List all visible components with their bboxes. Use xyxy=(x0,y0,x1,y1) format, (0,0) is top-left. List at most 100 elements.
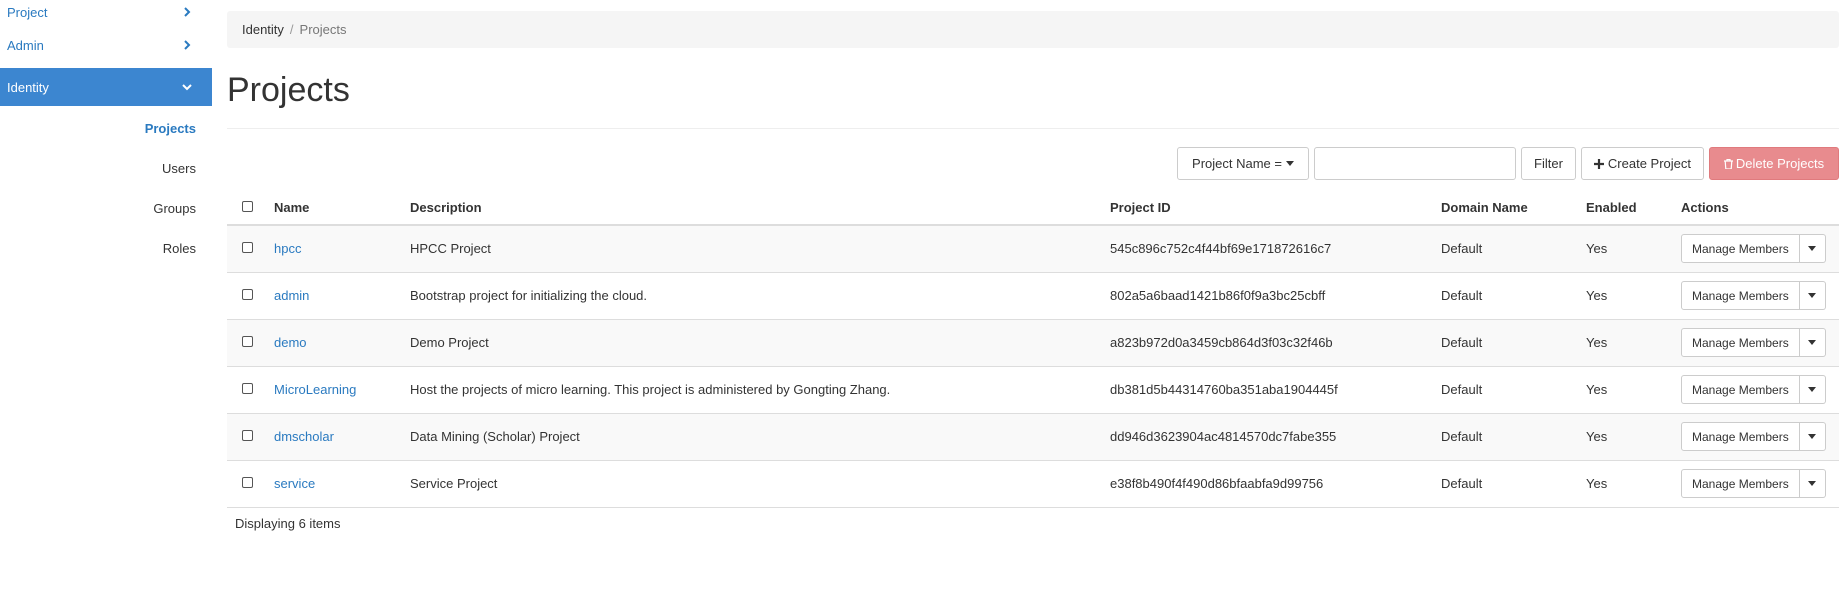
project-domain: Default xyxy=(1441,271,1586,319)
manage-members-button[interactable]: Manage Members xyxy=(1681,375,1800,404)
project-name-link[interactable]: dmscholar xyxy=(274,429,334,444)
project-enabled: Yes xyxy=(1586,224,1681,272)
project-actions-cell: Manage Members xyxy=(1681,224,1839,272)
row-actions-dropdown[interactable] xyxy=(1799,422,1826,451)
manage-members-button[interactable]: Manage Members xyxy=(1681,234,1800,264)
caret-down-icon xyxy=(1808,246,1817,252)
project-domain: Default xyxy=(1441,318,1586,366)
table-row: demo Demo Project a823b972d0a3459cb864d3… xyxy=(227,318,1839,366)
header-project-id[interactable]: Project ID xyxy=(1110,190,1441,226)
project-domain: Default xyxy=(1441,224,1586,272)
projects-table: Name Description Project ID Domain Name … xyxy=(227,190,1839,508)
breadcrumb-separator: / xyxy=(289,22,294,37)
page-title: Projects xyxy=(227,71,350,109)
table-header-row: Name Description Project ID Domain Name … xyxy=(227,190,1839,226)
sidebar-subitem-roles[interactable]: Roles xyxy=(0,228,212,268)
project-description: Service Project xyxy=(410,459,1110,508)
project-id: e38f8b490f4f490d86bfaabfa9d99756 xyxy=(1110,459,1441,508)
project-description: Bootstrap project for initializing the c… xyxy=(410,271,1110,319)
row-select-cell xyxy=(227,365,274,413)
create-project-button[interactable]: Create Project xyxy=(1580,147,1704,180)
row-actions-dropdown[interactable] xyxy=(1799,469,1826,498)
project-name-link[interactable]: hpcc xyxy=(274,241,301,256)
row-checkbox[interactable] xyxy=(242,477,253,488)
project-enabled: Yes xyxy=(1586,459,1681,508)
delete-projects-button[interactable]: Delete Projects xyxy=(1709,147,1839,180)
row-actions-dropdown[interactable] xyxy=(1799,281,1826,310)
delete-projects-label: Delete Projects xyxy=(1735,156,1825,171)
manage-members-button[interactable]: Manage Members xyxy=(1681,422,1800,451)
sidebar-subitem-projects[interactable]: Projects xyxy=(0,108,212,148)
project-id: a823b972d0a3459cb864d3f03c32f46b xyxy=(1110,318,1441,366)
project-name-link[interactable]: service xyxy=(274,476,315,491)
project-actions-cell: Manage Members xyxy=(1681,365,1839,413)
manage-members-button[interactable]: Manage Members xyxy=(1681,328,1800,357)
select-all-checkbox[interactable] xyxy=(242,200,253,212)
project-name-cell: admin xyxy=(274,271,410,319)
project-description: Host the projects of micro learning. Thi… xyxy=(410,365,1110,413)
row-select-cell xyxy=(227,318,274,366)
header-enabled[interactable]: Enabled xyxy=(1586,190,1681,226)
row-checkbox[interactable] xyxy=(242,336,253,347)
project-id: 545c896c752c4f44bf69e171872616c7 xyxy=(1110,224,1441,272)
row-checkbox[interactable] xyxy=(242,242,253,254)
filter-field-select[interactable]: Project Name = xyxy=(1177,147,1310,180)
breadcrumb: Identity / Projects xyxy=(227,11,1839,48)
row-checkbox[interactable] xyxy=(242,289,253,300)
project-enabled: Yes xyxy=(1586,365,1681,413)
project-actions-cell: Manage Members xyxy=(1681,271,1839,319)
sidebar-item-project[interactable]: Project xyxy=(0,0,212,26)
header-domain-name[interactable]: Domain Name xyxy=(1441,190,1586,226)
title-divider xyxy=(227,128,1839,129)
sidebar-item-identity[interactable]: Identity xyxy=(0,68,212,106)
project-domain: Default xyxy=(1441,365,1586,413)
project-actions-cell: Manage Members xyxy=(1681,318,1839,366)
header-name[interactable]: Name xyxy=(274,190,410,226)
sidebar-subitem-users[interactable]: Users xyxy=(0,148,212,188)
project-id: 802a5a6baad1421b86f0f9a3bc25cbff xyxy=(1110,271,1441,319)
header-description[interactable]: Description xyxy=(410,190,1110,226)
row-checkbox[interactable] xyxy=(242,430,253,441)
table-actions: Project Name = Filter Create Project Del… xyxy=(1177,147,1839,180)
project-name-link[interactable]: MicroLearning xyxy=(274,382,356,397)
project-name-cell: service xyxy=(274,459,410,508)
project-actions-cell: Manage Members xyxy=(1681,459,1839,508)
header-actions: Actions xyxy=(1681,190,1839,226)
caret-down-icon xyxy=(1808,293,1817,298)
manage-members-button[interactable]: Manage Members xyxy=(1681,469,1800,498)
project-domain: Default xyxy=(1441,459,1586,508)
project-description: Demo Project xyxy=(410,318,1110,366)
caret-down-icon xyxy=(1808,481,1817,486)
sidebar-item-label: Project xyxy=(7,4,48,20)
create-project-label: Create Project xyxy=(1607,156,1691,171)
project-description: HPCC Project xyxy=(410,224,1110,272)
row-actions-dropdown[interactable] xyxy=(1799,328,1826,357)
manage-members-button[interactable]: Manage Members xyxy=(1681,281,1800,310)
filter-field-label: Project Name = xyxy=(1192,156,1282,171)
search-input[interactable] xyxy=(1314,147,1517,180)
project-enabled: Yes xyxy=(1586,412,1681,460)
project-name-cell: demo xyxy=(274,318,410,366)
project-name-cell: MicroLearning xyxy=(274,365,410,413)
plus-icon xyxy=(1593,158,1604,169)
chevron-right-icon xyxy=(184,40,191,50)
filter-button[interactable]: Filter xyxy=(1521,147,1576,180)
row-checkbox[interactable] xyxy=(242,383,253,394)
project-enabled: Yes xyxy=(1586,271,1681,319)
project-id: db381d5b44314760ba351aba1904445f xyxy=(1110,365,1441,413)
project-actions-cell: Manage Members xyxy=(1681,412,1839,460)
project-name-link[interactable]: admin xyxy=(274,288,309,303)
row-actions-dropdown[interactable] xyxy=(1799,375,1826,404)
row-actions-dropdown[interactable] xyxy=(1799,234,1826,264)
project-name-cell: dmscholar xyxy=(274,412,410,460)
breadcrumb-identity[interactable]: Identity xyxy=(242,22,284,37)
table-item-count: Displaying 6 items xyxy=(235,516,341,531)
table-row: MicroLearning Host the projects of micro… xyxy=(227,365,1839,413)
caret-down-icon xyxy=(1285,161,1294,166)
sidebar-subitem-groups[interactable]: Groups xyxy=(0,188,212,228)
caret-down-icon xyxy=(1808,434,1817,439)
project-name-link[interactable]: demo xyxy=(274,335,307,350)
row-select-cell xyxy=(227,271,274,319)
trash-icon xyxy=(1723,158,1733,169)
sidebar-item-admin[interactable]: Admin xyxy=(0,26,212,64)
